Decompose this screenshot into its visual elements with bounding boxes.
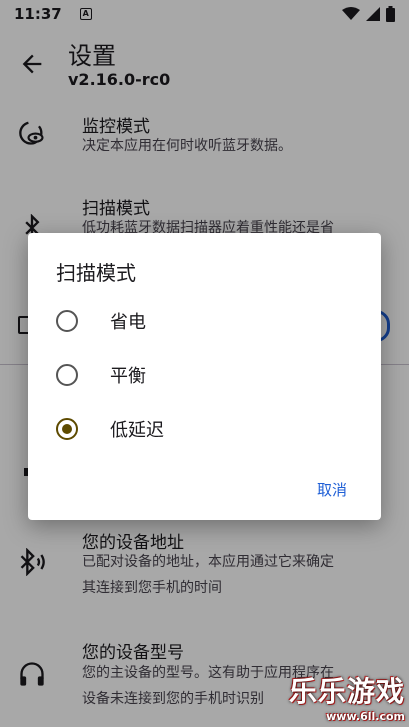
option-label: 低延迟 [110, 420, 164, 441]
scan-mode-dialog: 扫描模式 省电 平衡 低延迟 取消 [28, 233, 381, 520]
radio-button-selected[interactable] [56, 418, 78, 440]
option-power-saving[interactable]: 省电 [56, 301, 356, 341]
radio-button[interactable] [56, 310, 78, 332]
cancel-button[interactable]: 取消 [317, 479, 347, 500]
option-label: 平衡 [110, 366, 146, 387]
option-low-latency[interactable]: 低延迟 [56, 409, 356, 449]
watermark-url: www.6ll.com [326, 710, 405, 723]
radio-button[interactable] [56, 364, 78, 386]
watermark: 乐乐游戏 www.6ll.com [289, 670, 405, 723]
watermark-name: 乐乐游戏 [288, 675, 405, 708]
option-balanced[interactable]: 平衡 [56, 355, 356, 395]
dialog-title: 扫描模式 [56, 261, 136, 285]
option-label: 省电 [110, 312, 146, 333]
